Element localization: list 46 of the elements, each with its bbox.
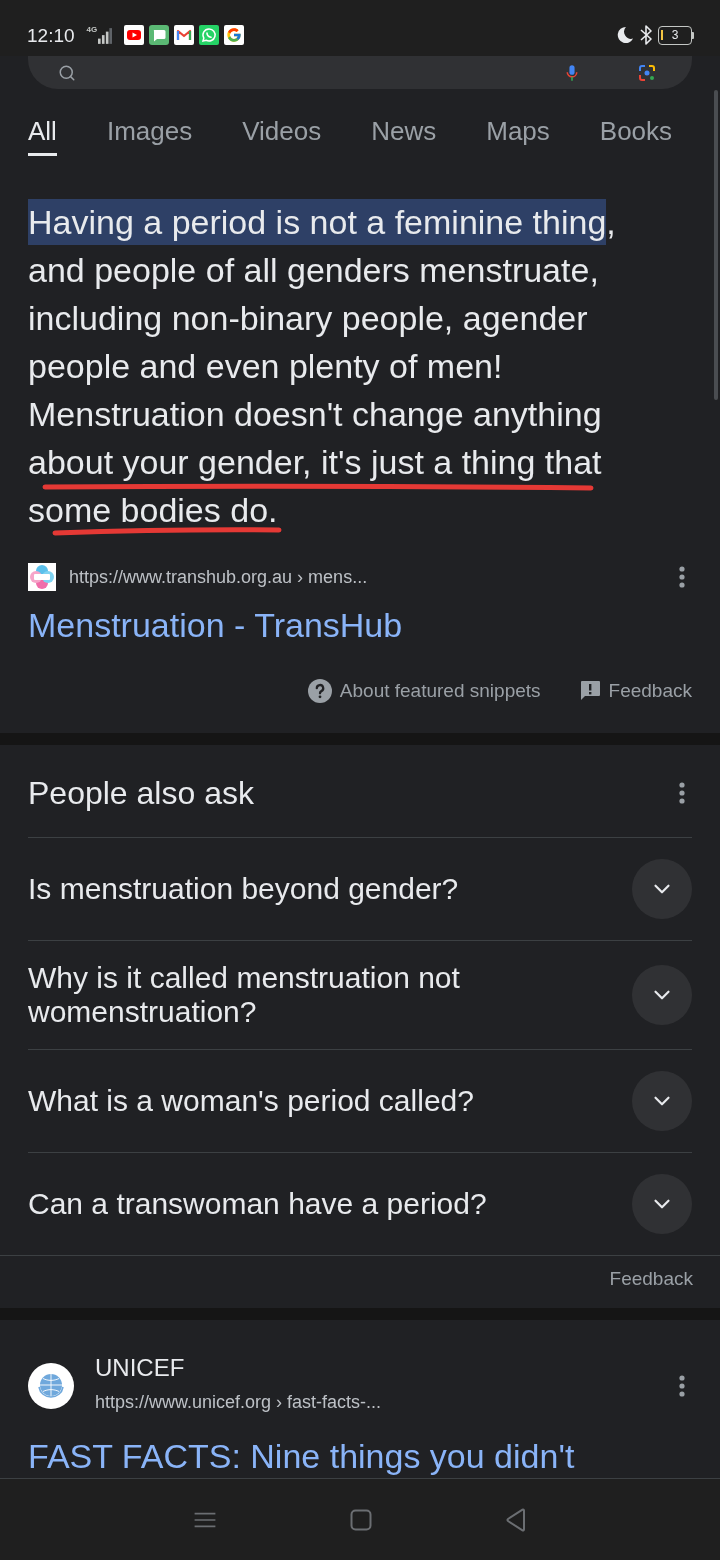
search-icon: [58, 63, 76, 82]
question-text[interactable]: Is menstruation beyond gender?: [28, 872, 459, 906]
status-time: 12:10: [27, 25, 75, 45]
question-text[interactable]: What is a woman's period called?: [28, 1084, 474, 1118]
chat-bubble-icon: [149, 25, 170, 45]
bluetooth-icon: [640, 25, 652, 45]
feedback-button[interactable]: Feedback: [578, 676, 692, 706]
moon-icon: [616, 26, 634, 44]
signal-bars-icon: [98, 28, 113, 44]
search-tab[interactable]: All: [28, 116, 57, 156]
search-tab[interactable]: News: [371, 116, 437, 156]
search-tab[interactable]: Books: [599, 116, 673, 156]
network-type: 4G: [86, 26, 98, 34]
feedback-icon: [578, 680, 601, 702]
globe-emblem-icon: [28, 1363, 74, 1409]
vertical-dots-icon: [679, 782, 685, 804]
result-title-link[interactable]: Menstruation - TransHub: [28, 605, 403, 645]
mic-icon: [566, 63, 578, 82]
search-tab[interactable]: Images: [106, 116, 193, 156]
phone-bubble-icon: [199, 25, 220, 45]
vertical-dots-icon: [679, 1375, 685, 1397]
square-icon[interactable]: [350, 1508, 372, 1531]
result-title-link[interactable]: FAST FACTS: Nine things you didn't: [28, 1437, 575, 1475]
question-text[interactable]: Can a transwoman have a period?: [28, 1187, 487, 1221]
play-icon: [124, 25, 145, 45]
search-tab[interactable]: Videos: [242, 116, 322, 156]
mail-icon: [174, 25, 195, 45]
g-logo-icon: [224, 25, 245, 45]
help-icon: [307, 679, 332, 703]
feedback-button[interactable]: Feedback: [609, 1265, 693, 1294]
more-options-button[interactable]: [678, 566, 686, 588]
about-snippets-button[interactable]: About featured snippets: [307, 676, 541, 706]
question-text[interactable]: Why is it called menstruation not womenstruation?: [28, 961, 608, 1029]
battery-indicator: 3: [658, 25, 694, 45]
more-options-button[interactable]: [678, 1375, 686, 1397]
section-heading: People also ask: [28, 774, 254, 813]
cross-logo-icon: [28, 563, 56, 591]
result-url: https://www.unicef.org › fast-facts-...: [95, 1391, 382, 1414]
site-name: UNICEF: [95, 1353, 186, 1383]
camera-lens-icon: [638, 63, 656, 82]
snippet-text: Having a period is not a feminine thing, and people of all genders menstruate, including non-binary people, agender people and even plenty of men! Menstruation doesn't change anything about your gender, it's just a thing that some bodies do.: [28, 198, 658, 534]
vertical-dots-icon: [679, 566, 685, 588]
back-icon[interactable]: [505, 1507, 527, 1532]
more-options-button[interactable]: [678, 782, 686, 804]
result-url: https://www.transhub.org.au › mens...: [69, 565, 368, 589]
search-tab[interactable]: Maps: [486, 116, 550, 156]
